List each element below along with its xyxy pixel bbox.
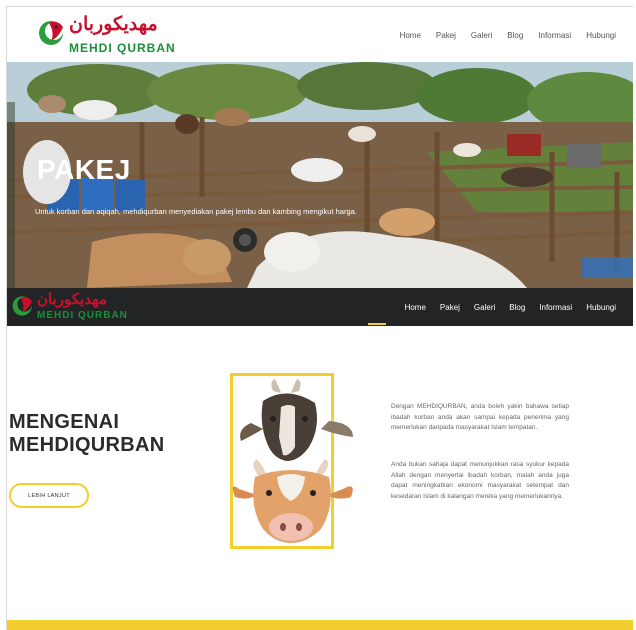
brand-logo[interactable]: مهديكوربان MEHDI QURBAN bbox=[37, 13, 175, 57]
nav-galeri[interactable]: Galeri bbox=[471, 31, 492, 40]
sticky-nav-active-indicator bbox=[368, 323, 386, 325]
nav-pakej[interactable]: Pakej bbox=[436, 31, 456, 40]
hero-subtitle: Untuk korban dan aqiqah, mehdiqurban men… bbox=[35, 207, 357, 216]
brand-mark-icon bbox=[12, 296, 32, 316]
goat-cow-illustration bbox=[232, 379, 353, 543]
about-title-line1: MENGENAI bbox=[9, 411, 120, 433]
nav-informasi[interactable]: Informasi bbox=[538, 31, 571, 40]
sticky-nav-home[interactable]: Home bbox=[405, 303, 426, 312]
about-paragraph-2: Anda bukan sahaja dapat menunjukkan rasa… bbox=[391, 461, 569, 500]
footer-accent-bar bbox=[7, 620, 633, 630]
sticky-nav: Home Pakej Galeri Blog Informasi Hubungi bbox=[405, 303, 616, 312]
nav-blog[interactable]: Blog bbox=[507, 31, 523, 40]
about-title: MENGENAI MEHDIQURBAN bbox=[9, 411, 165, 457]
top-header: مهديكوربان MEHDI QURBAN Home Pakej Galer… bbox=[7, 7, 633, 62]
brand-latin: MEHDI QURBAN bbox=[69, 41, 176, 55]
sticky-header: مهديكوربان MEHDI QURBAN Home Pakej Galer… bbox=[7, 288, 633, 326]
about-title-line2: MEHDIQURBAN bbox=[9, 434, 165, 456]
brand-mark-icon bbox=[39, 21, 63, 45]
sticky-nav-informasi[interactable]: Informasi bbox=[539, 303, 572, 312]
about-paragraph-1: Dengan MEHDIQURBAN, anda boleh yakin bah… bbox=[391, 403, 569, 431]
more-info-button[interactable]: LEBIH LANJUT bbox=[9, 483, 89, 508]
brand-arabic: مهديكوربان bbox=[69, 13, 158, 35]
sticky-nav-hubungi[interactable]: Hubungi bbox=[586, 303, 616, 312]
nav-hubungi[interactable]: Hubungi bbox=[586, 31, 616, 40]
sticky-brand-arabic: مهديكوربان bbox=[37, 290, 108, 308]
hero-banner: PAKEJ Untuk korban dan aqiqah, mehdiqurb… bbox=[7, 62, 633, 288]
sticky-nav-blog[interactable]: Blog bbox=[509, 303, 525, 312]
sticky-nav-pakej[interactable]: Pakej bbox=[440, 303, 460, 312]
page: مهديكوربان MEHDI QURBAN Home Pakej Galer… bbox=[6, 6, 633, 630]
sticky-brand-logo[interactable]: مهديكوربان MEHDI QURBAN bbox=[11, 290, 131, 324]
nav-home[interactable]: Home bbox=[400, 31, 421, 40]
hero-title: PAKEJ bbox=[37, 154, 131, 185]
sticky-brand-latin: MEHDI QURBAN bbox=[37, 310, 128, 321]
main-nav: Home Pakej Galeri Blog Informasi Hubungi bbox=[400, 31, 616, 40]
sticky-nav-galeri[interactable]: Galeri bbox=[474, 303, 495, 312]
